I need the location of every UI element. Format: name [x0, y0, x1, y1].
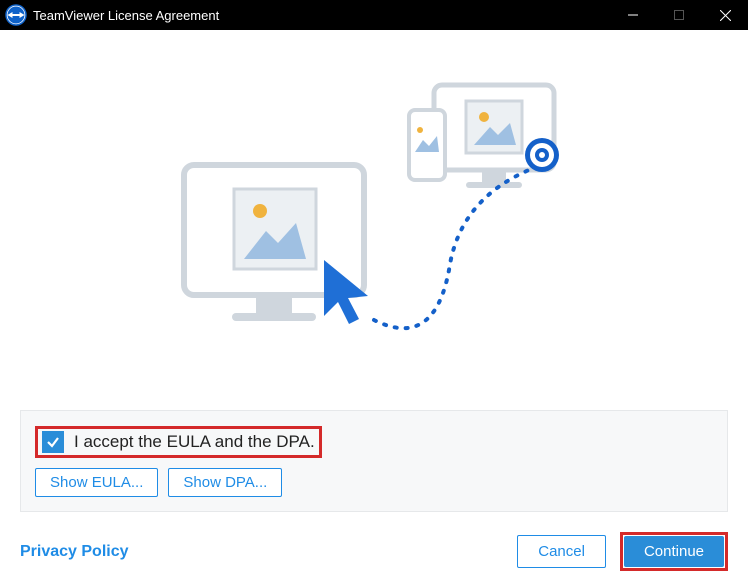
cancel-button[interactable]: Cancel — [517, 535, 606, 568]
close-button[interactable] — [702, 0, 748, 30]
teamviewer-app-icon — [5, 4, 27, 26]
link-buttons: Show EULA... Show DPA... — [35, 468, 713, 497]
accept-panel: I accept the EULA and the DPA. Show EULA… — [20, 410, 728, 512]
accept-checkbox-row: I accept the EULA and the DPA. — [35, 426, 322, 458]
show-dpa-button[interactable]: Show DPA... — [168, 468, 282, 497]
show-eula-button[interactable]: Show EULA... — [35, 468, 158, 497]
continue-button[interactable]: Continue — [624, 536, 724, 567]
illustration — [20, 30, 728, 410]
accept-checkbox-label: I accept the EULA and the DPA. — [74, 432, 315, 452]
footer: Privacy Policy Cancel Continue — [20, 512, 728, 571]
continue-highlight: Continue — [620, 532, 728, 571]
main-content: I accept the EULA and the DPA. Show EULA… — [0, 30, 748, 571]
titlebar: TeamViewer License Agreement — [0, 0, 748, 30]
window-controls — [610, 0, 748, 30]
footer-buttons: Cancel Continue — [517, 532, 728, 571]
minimize-button[interactable] — [610, 0, 656, 30]
window-title: TeamViewer License Agreement — [33, 8, 610, 23]
maximize-button — [656, 0, 702, 30]
accept-checkbox[interactable] — [42, 431, 64, 453]
privacy-policy-link[interactable]: Privacy Policy — [20, 543, 129, 561]
